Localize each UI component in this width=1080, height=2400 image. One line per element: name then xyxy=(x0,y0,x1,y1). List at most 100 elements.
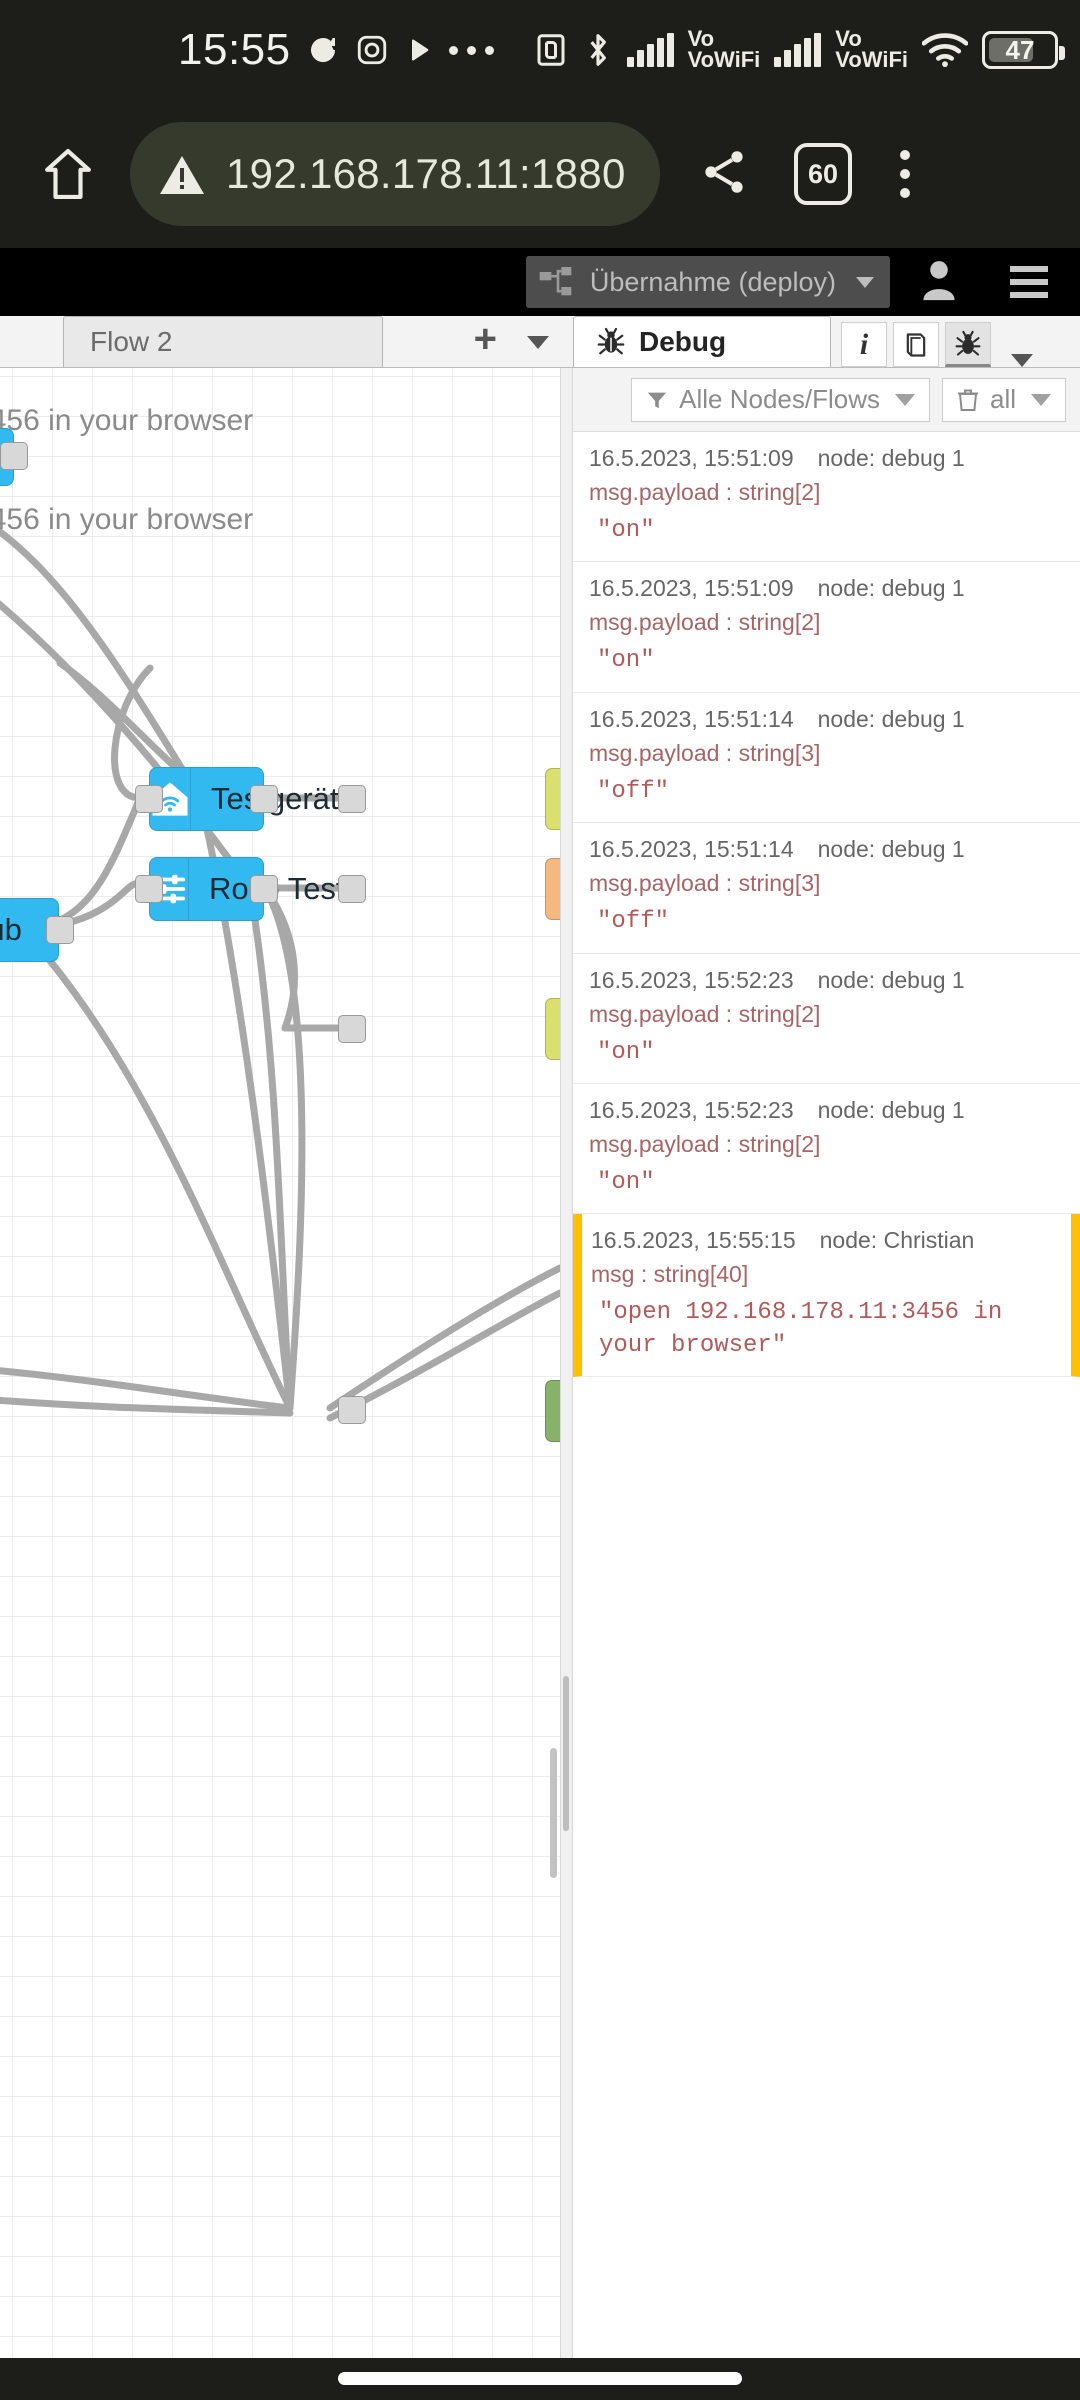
debug-message[interactable]: 16.5.2023, 15:51:14 node: debug 1 msg.payl… xyxy=(573,693,1080,824)
bluetooth-icon xyxy=(589,34,606,66)
node-stub-green-input-port[interactable] xyxy=(338,1396,366,1424)
debug-message-header: 16.5.2023, 15:51:09 node: debug 1 xyxy=(589,575,1066,602)
clear-log-dropdown[interactable]: all xyxy=(941,377,1066,422)
main-menu-button[interactable] xyxy=(1010,266,1048,298)
panel-divider-grip[interactable] xyxy=(563,1676,569,1831)
phone-screen: 15:55 Vo VoWiFi Vo VoWiFi 47 192.168.178… xyxy=(0,0,1080,2400)
node-stub-yellow-2-input-port[interactable] xyxy=(338,1015,366,1043)
flow-wires xyxy=(0,527,560,1422)
url-bar[interactable]: 192.168.178.11:1880 xyxy=(130,122,660,226)
sidebar-chevron-down-icon[interactable] xyxy=(1011,354,1033,367)
panel-divider[interactable] xyxy=(560,368,573,2358)
warning-triangle-icon xyxy=(160,156,204,194)
debug-message-value: "on" xyxy=(597,517,655,544)
flow-list-chevron-down-icon[interactable] xyxy=(527,336,549,349)
debug-message[interactable]: 16.5.2023, 15:55:15 node: Christian msg : … xyxy=(573,1214,1080,1378)
help-button[interactable] xyxy=(893,322,939,367)
status-right-group: Vo VoWiFi Vo VoWiFi 47 xyxy=(533,28,1065,72)
gesture-pill[interactable] xyxy=(338,2372,742,2385)
debug-message-node: node: debug 1 xyxy=(817,836,965,863)
debug-message-property: msg.payload : string[2] xyxy=(589,479,821,505)
debug-message-timestamp: 16.5.2023, 15:52:23 xyxy=(589,1096,794,1123)
flow-tab-flow2[interactable]: Flow 2 xyxy=(63,316,383,367)
debug-message[interactable]: 16.5.2023, 15:52:23 node: debug 1 msg.payl… xyxy=(573,1084,1080,1215)
clear-log-label: all xyxy=(989,384,1016,414)
node-filter-dropdown[interactable]: Alle Nodes/Flows xyxy=(631,377,930,422)
debug-message[interactable]: 16.5.2023, 15:52:23 node: debug 1 msg.payl… xyxy=(573,954,1080,1084)
node-testgeraet-output-port[interactable] xyxy=(250,785,278,813)
node-stub-yellow-1[interactable] xyxy=(545,768,560,830)
debug-message[interactable]: 16.5.2023, 15:51:14 node: debug 1 msg.payl… xyxy=(573,823,1080,954)
user-button[interactable] xyxy=(920,258,958,307)
debug-message-node: node: debug 1 xyxy=(817,966,965,993)
trash-icon xyxy=(957,389,978,411)
node-hub-output-port[interactable] xyxy=(46,916,74,944)
android-status-bar: 15:55 Vo VoWiFi Vo VoWiFi 47 xyxy=(0,0,1080,100)
node-rollo-test-input-port[interactable] xyxy=(135,875,163,903)
debug-message-property: msg.payload : string[2] xyxy=(589,1000,821,1027)
debug-message-node: node: debug 1 xyxy=(817,1096,965,1123)
debug-message[interactable]: 16.5.2023, 15:51:09 node: debug 1 msg.payl… xyxy=(573,432,1080,563)
deploy-button[interactable]: Übernahme (deploy) xyxy=(525,256,890,308)
node-testgeraet[interactable]: Testgerät xyxy=(149,767,339,831)
flow-canvas[interactable]: 1:3456 in your browser 1:3456 in your br… xyxy=(0,368,560,2358)
funnel-icon xyxy=(647,392,667,408)
nodered-header: Übernahme (deploy) xyxy=(0,248,1080,316)
debug-message-property: msg.payload : string[2] xyxy=(589,609,821,636)
canvas-vertical-scrollbar[interactable] xyxy=(550,1748,557,1878)
debug-message-property: msg : string[40] xyxy=(591,1261,749,1288)
debug-button[interactable] xyxy=(945,322,991,367)
debug-message-timestamp: 16.5.2023, 15:52:23 xyxy=(589,966,794,993)
sync-icon xyxy=(310,38,335,63)
volte-wifi-label-sim2: Vo VoWiFi xyxy=(835,28,908,71)
debug-message[interactable]: 16.5.2023, 15:51:09 node: debug 1 msg.payl… xyxy=(573,562,1080,693)
node-stub-orange-input-port[interactable] xyxy=(338,875,366,903)
sidebar-tool-buttons: i xyxy=(841,322,1033,367)
home-icon xyxy=(45,148,91,199)
tab-debug[interactable]: Debug xyxy=(573,316,831,367)
node-stub-yellow-2[interactable] xyxy=(545,998,560,1060)
node-rollo-test[interactable]: Rollo Test xyxy=(149,857,345,921)
browser-toolbar: 192.168.178.11:1880 60 xyxy=(0,100,1080,248)
node-stub-green[interactable] xyxy=(545,1380,560,1442)
debug-sidebar: Debug i Alle Nodes/Flows all 16.5.2023, … xyxy=(573,316,1080,2358)
node-testgeraet-input-port[interactable] xyxy=(135,785,163,813)
node-rollo-test-output-port[interactable] xyxy=(250,875,278,903)
user-icon xyxy=(923,260,955,300)
node-stub-yellow-1-input-port[interactable] xyxy=(338,785,366,813)
bug-icon xyxy=(597,327,625,355)
add-flow-button[interactable]: + xyxy=(474,319,497,359)
wifi-icon xyxy=(922,33,968,68)
share-button[interactable] xyxy=(698,146,750,203)
share-icon xyxy=(705,150,743,193)
debug-message-property: msg.payload : string[2] xyxy=(589,1130,821,1157)
debug-message-list[interactable]: 16.5.2023, 15:51:09 node: debug 1 msg.payl… xyxy=(573,432,1080,2358)
chevron-down-icon[interactable] xyxy=(856,276,874,288)
debug-message-header: 16.5.2023, 15:52:23 node: debug 1 xyxy=(589,967,1066,994)
home-button[interactable] xyxy=(36,146,100,202)
flow-canvas-column: Flow 2 + 56 in your browser 56 in your b… xyxy=(0,316,573,2358)
debug-message-value: "on" xyxy=(597,1168,655,1196)
node-stub-orange[interactable] xyxy=(545,858,560,920)
debug-message-timestamp: 16.5.2023, 15:55:15 xyxy=(591,1227,796,1254)
debug-message-timestamp: 16.5.2023, 15:51:09 xyxy=(589,445,794,471)
node-filter-label: Alle Nodes/Flows xyxy=(679,384,880,414)
debug-message-value: "off" xyxy=(597,777,670,805)
debug-message-value: "on" xyxy=(597,647,655,675)
sidebar-tab-bar: Debug i xyxy=(573,316,1080,368)
tab-debug-label: Debug xyxy=(639,326,727,357)
tab-count-button[interactable]: 60 xyxy=(794,143,852,205)
url-text: 192.168.178.11:1880 xyxy=(226,150,626,197)
more-notifications-icon xyxy=(448,45,494,55)
debug-message-header: 16.5.2023, 15:51:14 node: debug 1 xyxy=(589,706,1066,733)
canvas-label-0: 1:3456 in your browser xyxy=(0,404,254,437)
volte-line2: VoWiFi xyxy=(687,47,761,72)
debug-message-node: node: Christian xyxy=(819,1227,975,1254)
info-button[interactable]: i xyxy=(841,322,887,367)
node-port-output[interactable] xyxy=(0,442,28,470)
filter-chevron-down-icon xyxy=(894,393,915,406)
debug-message-timestamp: 16.5.2023, 15:51:09 xyxy=(589,575,794,602)
deploy-label: Übernahme (deploy) xyxy=(589,266,836,297)
browser-menu-button[interactable] xyxy=(900,150,910,198)
bug-icon xyxy=(955,330,981,356)
